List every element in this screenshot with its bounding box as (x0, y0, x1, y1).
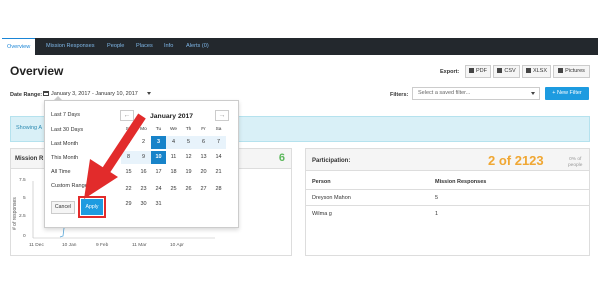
annotation-arrow-icon (84, 113, 146, 199)
